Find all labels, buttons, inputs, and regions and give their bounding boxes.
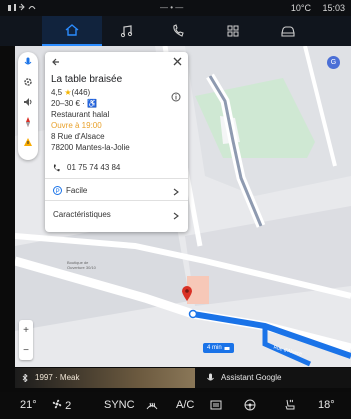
windshield-defrost-icon bbox=[146, 402, 158, 410]
outside-temperature: 10°C bbox=[290, 3, 311, 13]
google-assistant-button[interactable]: Assistant Google bbox=[195, 368, 351, 388]
parking-icon: P bbox=[53, 186, 62, 195]
tab-vehicle[interactable] bbox=[258, 16, 318, 46]
clock: 15:03 bbox=[322, 3, 345, 13]
zoom-out-button[interactable]: − bbox=[19, 340, 33, 360]
signal-icon bbox=[8, 3, 36, 11]
car-icon bbox=[281, 26, 295, 37]
steering-wheel-icon bbox=[244, 399, 256, 411]
voice-search-button[interactable] bbox=[20, 54, 36, 70]
sound-button[interactable] bbox=[20, 94, 36, 110]
opening-hours: Ouvre à 19:00 bbox=[51, 121, 102, 130]
destination-pin-icon[interactable] bbox=[181, 286, 193, 302]
info-icon[interactable] bbox=[171, 92, 181, 102]
music-icon bbox=[120, 25, 133, 38]
eta-value: 4 min bbox=[207, 345, 222, 351]
poi-label: Boutique de Ouverture 30/10 bbox=[67, 260, 96, 270]
compass-icon bbox=[26, 117, 30, 127]
tab-home[interactable] bbox=[42, 16, 102, 46]
svg-text:P: P bbox=[56, 189, 60, 195]
home-icon bbox=[65, 24, 79, 36]
seat-heater-icon bbox=[285, 399, 295, 410]
place-category: Restaurant halal bbox=[51, 110, 110, 119]
address-line-1: 8 Rue d'Alsace bbox=[51, 132, 105, 141]
place-details-card: La table braisée 4,5 ★(446) 20–30 € · ♿ … bbox=[45, 52, 188, 232]
chevron-right-icon bbox=[173, 212, 179, 220]
microphone-icon bbox=[24, 57, 32, 65]
fan-level: 2 bbox=[65, 400, 72, 412]
rear-defrost-icon bbox=[210, 400, 222, 410]
passenger-temperature[interactable]: 18° bbox=[318, 399, 335, 411]
apps-icon bbox=[227, 25, 239, 37]
zoom-control: + − bbox=[19, 320, 33, 360]
account-avatar[interactable]: G bbox=[327, 56, 340, 69]
eta-badge: 4 min bbox=[203, 343, 234, 353]
fan-icon bbox=[52, 399, 62, 409]
price-range: 20–30 € · ♿ bbox=[51, 99, 97, 108]
compass-button[interactable] bbox=[20, 114, 36, 130]
status-center: — • — bbox=[160, 3, 184, 12]
features-link[interactable]: Caractéristiques bbox=[53, 210, 111, 219]
map-tool-strip bbox=[18, 52, 38, 160]
gear-icon bbox=[24, 78, 32, 86]
tab-phone[interactable] bbox=[148, 16, 208, 46]
place-name: La table braisée bbox=[51, 74, 123, 85]
place-rating-row: 4,5 ★(446) bbox=[51, 88, 90, 97]
volume-icon bbox=[24, 98, 32, 106]
zoom-in-button[interactable]: + bbox=[19, 320, 33, 340]
phone-row[interactable]: 01 75 74 43 84 bbox=[53, 163, 120, 172]
climate-bar: 21° 2 SYNC A/C 18° bbox=[0, 392, 351, 419]
track-title: 1997 · Meak bbox=[35, 373, 80, 382]
review-count: (446) bbox=[71, 88, 91, 97]
assistant-label: Assistant Google bbox=[221, 373, 282, 382]
bluetooth-icon bbox=[22, 374, 28, 382]
parking-row[interactable]: P Facile bbox=[53, 186, 87, 195]
status-icons bbox=[8, 3, 38, 14]
divider bbox=[45, 200, 188, 201]
rating-value: 4,5 bbox=[51, 88, 63, 97]
screen: — • — 10°C 15:03 Boutique de Ouverture 3… bbox=[0, 0, 351, 419]
chevron-right-icon bbox=[173, 188, 179, 196]
back-arrow-icon[interactable] bbox=[51, 57, 61, 67]
fan-speed-control[interactable]: 2 bbox=[52, 399, 71, 412]
address-line-2: 78200 Mantes-la-Jolie bbox=[51, 143, 130, 152]
seat-heat-button[interactable] bbox=[284, 399, 296, 414]
parking-status: Facile bbox=[66, 186, 88, 195]
sync-button[interactable]: SYNC bbox=[104, 399, 135, 411]
warning-icon bbox=[24, 138, 32, 146]
status-bar: — • — 10°C 15:03 bbox=[0, 0, 351, 16]
driver-temperature[interactable]: 21° bbox=[20, 399, 37, 411]
car-icon bbox=[224, 347, 230, 350]
ac-button[interactable]: A/C bbox=[176, 399, 194, 411]
defrost-button[interactable] bbox=[146, 399, 158, 414]
tab-music[interactable] bbox=[96, 16, 156, 46]
settings-button[interactable] bbox=[20, 74, 36, 90]
phone-icon bbox=[173, 24, 184, 37]
divider bbox=[45, 178, 188, 179]
rear-defrost-button[interactable] bbox=[210, 399, 222, 414]
phone-number: 01 75 74 43 84 bbox=[67, 163, 121, 172]
tab-apps[interactable] bbox=[203, 16, 263, 46]
alert-button[interactable] bbox=[20, 134, 36, 150]
media-bar: 1997 · Meak Assistant Google bbox=[15, 368, 351, 388]
close-icon[interactable] bbox=[173, 57, 182, 66]
microphone-icon bbox=[207, 373, 214, 381]
star-icon: ★ bbox=[64, 88, 72, 97]
phone-icon bbox=[53, 163, 60, 171]
top-nav bbox=[0, 16, 351, 46]
steering-heat-button[interactable] bbox=[244, 399, 256, 414]
now-playing[interactable]: 1997 · Meak bbox=[15, 368, 195, 388]
